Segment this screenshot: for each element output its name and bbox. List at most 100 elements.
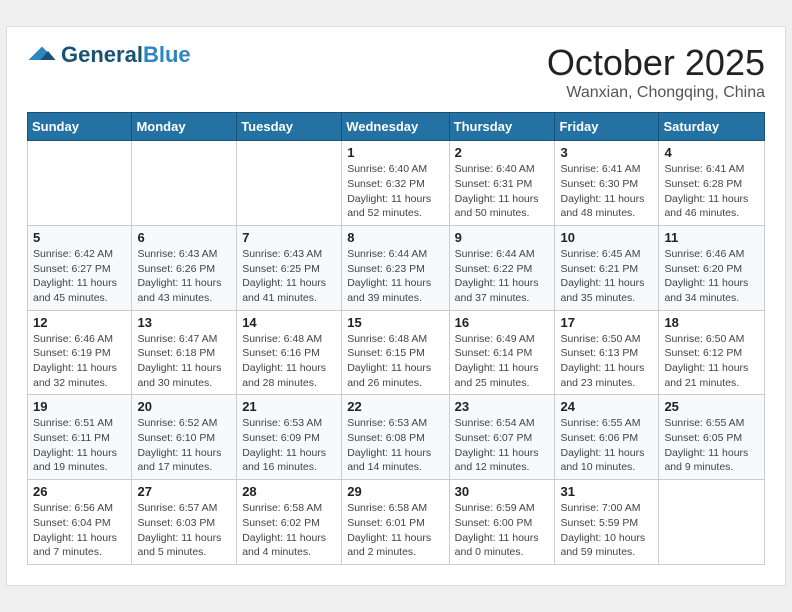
day-number: 16 [455, 315, 550, 330]
day-number: 15 [347, 315, 443, 330]
day-number: 30 [455, 484, 550, 499]
calendar-cell: 22 Sunrise: 6:53 AM Sunset: 6:08 PM Dayli… [342, 395, 449, 480]
day-info: Sunrise: 6:40 AM Sunset: 6:31 PM Dayligh… [455, 163, 539, 219]
day-number: 21 [242, 399, 336, 414]
calendar-cell: 2 Sunrise: 6:40 AM Sunset: 6:31 PM Daylig… [449, 141, 555, 226]
day-info: Sunrise: 6:47 AM Sunset: 6:18 PM Dayligh… [137, 333, 221, 389]
day-info: Sunrise: 7:00 AM Sunset: 5:59 PM Dayligh… [560, 502, 645, 558]
calendar-cell [28, 141, 132, 226]
day-info: Sunrise: 6:45 AM Sunset: 6:21 PM Dayligh… [560, 248, 644, 304]
weekday-header-thursday: Thursday [449, 113, 555, 141]
calendar-cell: 12 Sunrise: 6:46 AM Sunset: 6:19 PM Dayli… [28, 310, 132, 395]
day-number: 31 [560, 484, 653, 499]
logo-area: GeneralBlue [27, 42, 191, 68]
day-number: 5 [33, 230, 126, 245]
day-info: Sunrise: 6:51 AM Sunset: 6:11 PM Dayligh… [33, 417, 117, 473]
calendar-cell: 3 Sunrise: 6:41 AM Sunset: 6:30 PM Daylig… [555, 141, 659, 226]
calendar-cell: 17 Sunrise: 6:50 AM Sunset: 6:13 PM Dayli… [555, 310, 659, 395]
calendar-cell: 9Sunrise: 6:44 AM Sunset: 6:22 PM Daylig… [449, 225, 555, 310]
logo-icon [27, 45, 57, 63]
day-number: 26 [33, 484, 126, 499]
day-number: 12 [33, 315, 126, 330]
day-info: Sunrise: 6:43 AM Sunset: 6:26 PM Dayligh… [137, 248, 221, 304]
day-number: 4 [664, 145, 759, 160]
day-info: Sunrise: 6:46 AM Sunset: 6:19 PM Dayligh… [33, 333, 117, 389]
calendar-cell: 1 Sunrise: 6:40 AM Sunset: 6:32 PM Daylig… [342, 141, 449, 226]
calendar-cell: 5 Sunrise: 6:42 AM Sunset: 6:27 PM Daylig… [28, 225, 132, 310]
logo-blue: Blue [143, 42, 191, 67]
location-title: Wanxian, Chongqing, China [547, 84, 765, 102]
day-info: Sunrise: 6:44 AM Sunset: 6:22 PM Dayligh… [455, 248, 539, 304]
day-number: 22 [347, 399, 443, 414]
calendar-cell: 16 Sunrise: 6:49 AM Sunset: 6:14 PM Dayli… [449, 310, 555, 395]
day-number: 8 [347, 230, 443, 245]
day-number: 13 [137, 315, 231, 330]
day-number: 28 [242, 484, 336, 499]
day-number: 2 [455, 145, 550, 160]
day-number: 23 [455, 399, 550, 414]
day-number: 29 [347, 484, 443, 499]
day-number: 10 [560, 230, 653, 245]
weekday-header-wednesday: Wednesday [342, 113, 449, 141]
day-number: 18 [664, 315, 759, 330]
title-area: October 2025 Wanxian, Chongqing, China [547, 42, 765, 102]
day-info: Sunrise: 6:53 AM Sunset: 6:08 PM Dayligh… [347, 417, 431, 473]
calendar-cell: 14Sunrise: 6:48 AM Sunset: 6:16 PM Dayli… [237, 310, 342, 395]
weekday-header-tuesday: Tuesday [237, 113, 342, 141]
calendar-cell [237, 141, 342, 226]
day-info: Sunrise: 6:53 AM Sunset: 6:09 PM Dayligh… [242, 417, 326, 473]
day-number: 24 [560, 399, 653, 414]
day-info: Sunrise: 6:43 AM Sunset: 6:25 PM Dayligh… [242, 248, 326, 304]
week-row-3: 12 Sunrise: 6:46 AM Sunset: 6:19 PM Dayli… [28, 310, 765, 395]
calendar-cell: 21 Sunrise: 6:53 AM Sunset: 6:09 PM Dayli… [237, 395, 342, 480]
calendar-cell: 19 Sunrise: 6:51 AM Sunset: 6:11 PM Dayli… [28, 395, 132, 480]
calendar-cell: 20Sunrise: 6:52 AM Sunset: 6:10 PM Dayli… [132, 395, 237, 480]
day-info: Sunrise: 6:58 AM Sunset: 6:01 PM Dayligh… [347, 502, 431, 558]
day-number: 11 [664, 230, 759, 245]
week-row-1: 1 Sunrise: 6:40 AM Sunset: 6:32 PM Daylig… [28, 141, 765, 226]
day-info: Sunrise: 6:50 AM Sunset: 6:12 PM Dayligh… [664, 333, 748, 389]
calendar-cell: 13 Sunrise: 6:47 AM Sunset: 6:18 PM Dayli… [132, 310, 237, 395]
calendar-cell: 27Sunrise: 6:57 AM Sunset: 6:03 PM Dayli… [132, 480, 237, 565]
calendar-cell: 30Sunrise: 6:59 AM Sunset: 6:00 PM Dayli… [449, 480, 555, 565]
calendar-cell: 28 Sunrise: 6:58 AM Sunset: 6:02 PM Dayli… [237, 480, 342, 565]
logo-general: General [61, 42, 143, 67]
day-number: 6 [137, 230, 231, 245]
day-info: Sunrise: 6:44 AM Sunset: 6:23 PM Dayligh… [347, 248, 431, 304]
calendar-cell [132, 141, 237, 226]
day-info: Sunrise: 6:41 AM Sunset: 6:28 PM Dayligh… [664, 163, 748, 219]
calendar-cell: 18 Sunrise: 6:50 AM Sunset: 6:12 PM Dayli… [659, 310, 765, 395]
header-area: GeneralBlue October 2025 Wanxian, Chongq… [27, 42, 765, 102]
calendar-table: SundayMondayTuesdayWednesdayThursdayFrid… [27, 112, 765, 565]
weekday-header-sunday: Sunday [28, 113, 132, 141]
day-number: 3 [560, 145, 653, 160]
day-number: 1 [347, 145, 443, 160]
calendar-cell: 24Sunrise: 6:55 AM Sunset: 6:06 PM Dayli… [555, 395, 659, 480]
calendar-cell: 15Sunrise: 6:48 AM Sunset: 6:15 PM Dayli… [342, 310, 449, 395]
day-info: Sunrise: 6:58 AM Sunset: 6:02 PM Dayligh… [242, 502, 326, 558]
day-info: Sunrise: 6:42 AM Sunset: 6:27 PM Dayligh… [33, 248, 117, 304]
calendar-cell: 7 Sunrise: 6:43 AM Sunset: 6:25 PM Daylig… [237, 225, 342, 310]
week-row-4: 19 Sunrise: 6:51 AM Sunset: 6:11 PM Dayli… [28, 395, 765, 480]
calendar-cell: 31 Sunrise: 7:00 AM Sunset: 5:59 PM Dayli… [555, 480, 659, 565]
month-title: October 2025 [547, 42, 765, 84]
day-number: 27 [137, 484, 231, 499]
day-number: 7 [242, 230, 336, 245]
calendar-container: GeneralBlue October 2025 Wanxian, Chongq… [6, 26, 786, 586]
day-info: Sunrise: 6:52 AM Sunset: 6:10 PM Dayligh… [137, 417, 221, 473]
day-info: Sunrise: 6:49 AM Sunset: 6:14 PM Dayligh… [455, 333, 539, 389]
calendar-cell: 8 Sunrise: 6:44 AM Sunset: 6:23 PM Daylig… [342, 225, 449, 310]
calendar-cell: 6 Sunrise: 6:43 AM Sunset: 6:26 PM Daylig… [132, 225, 237, 310]
day-info: Sunrise: 6:50 AM Sunset: 6:13 PM Dayligh… [560, 333, 644, 389]
weekday-header-friday: Friday [555, 113, 659, 141]
day-info: Sunrise: 6:46 AM Sunset: 6:20 PM Dayligh… [664, 248, 748, 304]
day-number: 17 [560, 315, 653, 330]
calendar-cell [659, 480, 765, 565]
day-info: Sunrise: 6:54 AM Sunset: 6:07 PM Dayligh… [455, 417, 539, 473]
day-info: Sunrise: 6:40 AM Sunset: 6:32 PM Dayligh… [347, 163, 431, 219]
calendar-cell: 4 Sunrise: 6:41 AM Sunset: 6:28 PM Daylig… [659, 141, 765, 226]
calendar-cell: 25Sunrise: 6:55 AM Sunset: 6:05 PM Dayli… [659, 395, 765, 480]
week-row-5: 26Sunrise: 6:56 AM Sunset: 6:04 PM Dayli… [28, 480, 765, 565]
day-info: Sunrise: 6:41 AM Sunset: 6:30 PM Dayligh… [560, 163, 644, 219]
day-number: 19 [33, 399, 126, 414]
